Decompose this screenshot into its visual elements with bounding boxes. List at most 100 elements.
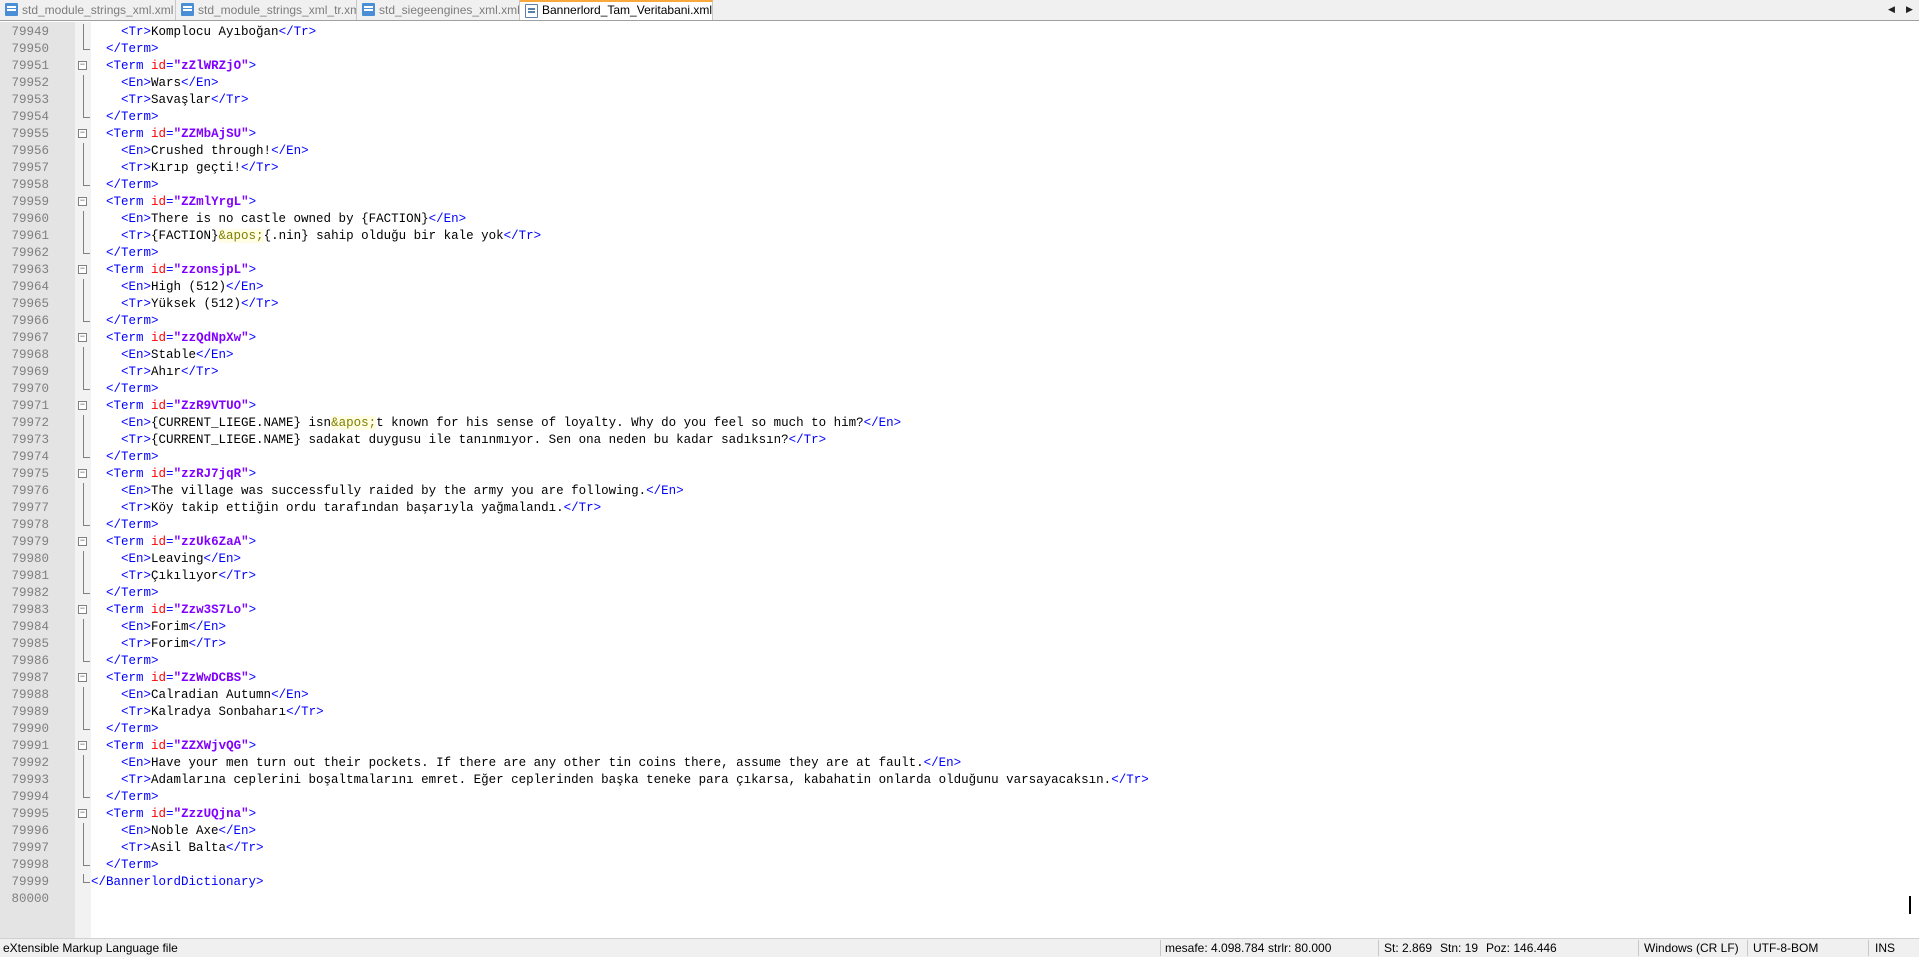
code-token: </Term> bbox=[106, 246, 159, 260]
code-line[interactable]: 79977 <Tr>Köy takip ettiğin ordu tarafın… bbox=[0, 500, 1919, 517]
fold-guide bbox=[83, 92, 84, 109]
code-line[interactable]: 79976 <En>The village was successfully r… bbox=[0, 483, 1919, 500]
code-line[interactable]: 79978 </Term> bbox=[0, 517, 1919, 534]
code-line[interactable]: 79981 <Tr>Çıkılıyor</Tr> bbox=[0, 568, 1919, 585]
code-line[interactable]: 79964 <En>High (512)</En> bbox=[0, 279, 1919, 296]
code-line[interactable]: 79951 − <Term id="zZlWRZjO"> bbox=[0, 58, 1919, 75]
code-line[interactable]: 79992 <En>Have your men turn out their p… bbox=[0, 755, 1919, 772]
fold-minus-icon[interactable]: − bbox=[78, 129, 87, 138]
code-text: <Tr>Kırıp geçti!</Tr> bbox=[91, 160, 279, 177]
fold-minus-icon[interactable]: − bbox=[78, 333, 87, 342]
fold-minus-icon[interactable]: − bbox=[78, 605, 87, 614]
line-number: 79962 bbox=[11, 246, 49, 260]
code-line[interactable]: 79956 <En>Crushed through!</En> bbox=[0, 143, 1919, 160]
code-line[interactable]: 79959 − <Term id="ZZmlYrgL"> bbox=[0, 194, 1919, 211]
code-line[interactable]: 79957 <Tr>Kırıp geçti!</Tr> bbox=[0, 160, 1919, 177]
code-line[interactable]: 79993 <Tr>Adamlarına ceplerini boşaltmal… bbox=[0, 772, 1919, 789]
code-line[interactable]: 79998 </Term> bbox=[0, 857, 1919, 874]
code-line[interactable]: 79963 − <Term id="zzonsjpL"> bbox=[0, 262, 1919, 279]
code-token: Ahır bbox=[151, 365, 182, 379]
code-token: </En> bbox=[863, 416, 902, 430]
code-line[interactable]: 79954 </Term> bbox=[0, 109, 1919, 126]
code-line[interactable]: 79961 <Tr>{FACTION}&apos;{.nin} sahip ol… bbox=[0, 228, 1919, 245]
code-line[interactable]: 79989 <Tr>Kalradya Sonbaharı</Tr> bbox=[0, 704, 1919, 721]
code-editor[interactable]: 79949 <Tr>Komplocu Ayıboğan</Tr> 79950 </… bbox=[0, 22, 1919, 938]
code-token: Yüksek (512) bbox=[151, 297, 242, 311]
line-number: 79960 bbox=[11, 212, 49, 226]
code-line[interactable]: 79974 </Term> bbox=[0, 449, 1919, 466]
code-line[interactable]: 79972 <En>{CURRENT_LIEGE.NAME} isn&apos;… bbox=[0, 415, 1919, 432]
line-number: 79972 bbox=[11, 416, 49, 430]
code-line[interactable]: 79965 <Tr>Yüksek (512)</Tr> bbox=[0, 296, 1919, 313]
status-position: Poz: 146.446 bbox=[1486, 941, 1557, 955]
code-token: </Tr> bbox=[211, 93, 249, 107]
code-line[interactable]: 79996 <En>Noble Axe</En> bbox=[0, 823, 1919, 840]
code-line[interactable]: 79994 </Term> bbox=[0, 789, 1919, 806]
code-line[interactable]: 79958 </Term> bbox=[0, 177, 1919, 194]
code-line[interactable]: 79967 − <Term id="zzQdNpXw"> bbox=[0, 330, 1919, 347]
code-line[interactable]: 79997 <Tr>Asil Balta</Tr> bbox=[0, 840, 1919, 857]
code-line[interactable]: 79971 − <Term id="ZzR9VTUO"> bbox=[0, 398, 1919, 415]
fold-minus-icon[interactable]: − bbox=[78, 197, 87, 206]
code-line[interactable]: 79991 − <Term id="ZZXWjvQG"> bbox=[0, 738, 1919, 755]
fold-minus-icon[interactable]: − bbox=[78, 741, 87, 750]
code-token: </En> bbox=[271, 144, 309, 158]
code-line[interactable]: 79984 <En>Forim</En> bbox=[0, 619, 1919, 636]
code-line[interactable]: 79949 <Tr>Komplocu Ayıboğan</Tr> bbox=[0, 24, 1919, 41]
code-line[interactable]: 79983 − <Term id="Zzw3S7Lo"> bbox=[0, 602, 1919, 619]
fold-minus-icon[interactable]: − bbox=[78, 401, 87, 410]
code-line[interactable]: 79955 − <Term id="ZZMbAjSU"> bbox=[0, 126, 1919, 143]
fold-minus-icon[interactable]: − bbox=[78, 537, 87, 546]
fold-minus-icon[interactable]: − bbox=[78, 61, 87, 70]
chevron-left-icon[interactable]: ◀ bbox=[1883, 1, 1900, 18]
code-line[interactable]: 79953 <Tr>Savaşlar</Tr> bbox=[0, 92, 1919, 109]
code-token: > bbox=[248, 671, 257, 685]
fold-minus-icon[interactable]: − bbox=[78, 469, 87, 478]
chevron-right-icon[interactable]: ▶ bbox=[1901, 1, 1918, 18]
code-token: </Tr> bbox=[188, 637, 227, 651]
fold-end-guide bbox=[83, 381, 90, 390]
tab-std-module-strings[interactable]: std_module_strings_xml.xml bbox=[0, 0, 176, 20]
code-line[interactable]: 79995 − <Term id="ZzzUQjna"> bbox=[0, 806, 1919, 823]
code-line[interactable]: 79990 </Term> bbox=[0, 721, 1919, 738]
code-token: Wars bbox=[151, 76, 182, 90]
code-text: </Term> bbox=[91, 381, 159, 398]
code-line[interactable]: 79986 </Term> bbox=[0, 653, 1919, 670]
code-line[interactable]: 79966 </Term> bbox=[0, 313, 1919, 330]
code-token: id bbox=[151, 807, 167, 821]
code-text: <En>The village was successfully raided … bbox=[91, 483, 684, 500]
fold-end-guide bbox=[83, 41, 90, 50]
line-number: 79969 bbox=[11, 365, 49, 379]
code-line[interactable]: 79952 <En>Wars</En> bbox=[0, 75, 1919, 92]
code-line[interactable]: 79950 </Term> bbox=[0, 41, 1919, 58]
vertical-scrollbar[interactable] bbox=[1903, 22, 1919, 938]
tab-bannerlord-tam-veritabani[interactable]: Bannerlord_Tam_Veritabani.xml 🖈 ✕ bbox=[520, 0, 713, 20]
code-line[interactable]: 79988 <En>Calradian Autumn</En> bbox=[0, 687, 1919, 704]
fold-minus-icon[interactable]: − bbox=[78, 265, 87, 274]
tab-std-module-strings-tr[interactable]: std_module_strings_xml_tr.xml bbox=[176, 0, 357, 20]
code-line[interactable]: 79985 <Tr>Forim</Tr> bbox=[0, 636, 1919, 653]
code-line[interactable]: 79982 </Term> bbox=[0, 585, 1919, 602]
code-token: id bbox=[151, 127, 167, 141]
code-line[interactable]: 79969 <Tr>Ahır</Tr> bbox=[0, 364, 1919, 381]
tab-std-siegeengines[interactable]: std_siegeengines_xml.xml bbox=[357, 0, 520, 20]
code-line[interactable]: 79962 </Term> bbox=[0, 245, 1919, 262]
code-line[interactable]: 79960 <En>There is no castle owned by {F… bbox=[0, 211, 1919, 228]
fold-minus-icon[interactable]: − bbox=[78, 809, 87, 818]
code-line[interactable]: 79975 − <Term id="zzRJ7jqR"> bbox=[0, 466, 1919, 483]
code-line[interactable]: 79987 − <Term id="ZzWwDCBS"> bbox=[0, 670, 1919, 687]
code-line[interactable]: 79979 − <Term id="zzUk6ZaA"> bbox=[0, 534, 1919, 551]
code-line[interactable]: 79970 </Term> bbox=[0, 381, 1919, 398]
fold-minus-icon[interactable]: − bbox=[78, 673, 87, 682]
code-line[interactable]: 79968 <En>Stable</En> bbox=[0, 347, 1919, 364]
code-line[interactable]: 79999 </BannerlordDictionary> bbox=[0, 874, 1919, 891]
code-line[interactable]: 80000 bbox=[0, 891, 1919, 908]
code-line[interactable]: 79980 <En>Leaving</En> bbox=[0, 551, 1919, 568]
code-line[interactable]: 79973 <Tr>{CURRENT_LIEGE.NAME} sadakat d… bbox=[0, 432, 1919, 449]
